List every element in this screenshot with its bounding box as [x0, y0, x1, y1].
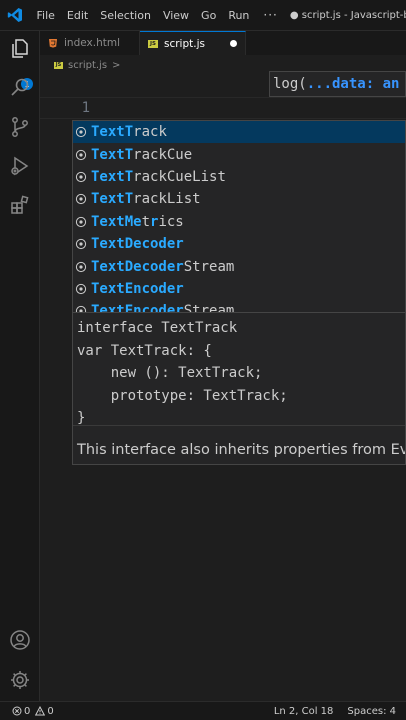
suggestion-item[interactable]: TextEncode r — [73, 278, 405, 300]
breadcrumb-separator: > — [112, 59, 121, 71]
menu-view[interactable]: View — [157, 9, 195, 22]
details-signature: interface TextTrack var TextTrack: { new… — [77, 320, 288, 426]
warning-count: 0 — [47, 705, 54, 717]
suggestion-item[interactable]: TextT rackList — [73, 188, 405, 210]
search-icon[interactable] — [8, 76, 32, 100]
suggestion-item[interactable]: TextEncode r Stream — [73, 300, 405, 312]
suggestion-item[interactable]: TextDecode r — [73, 233, 405, 255]
editor-tabs: index.html JS script.js — [40, 31, 406, 55]
error-count: 0 — [24, 705, 31, 717]
interface-kind-icon — [75, 261, 87, 272]
signature-prefix: log( — [273, 76, 307, 92]
account-icon[interactable] — [8, 628, 32, 652]
interface-kind-icon — [75, 149, 87, 160]
error-icon — [12, 706, 22, 716]
menu-more-button[interactable]: ··· — [255, 8, 285, 22]
status-bar: 0 0 Ln 2, Col 18 Spaces: 4 — [0, 701, 406, 720]
interface-kind-icon — [75, 194, 87, 205]
interface-kind-icon — [75, 127, 87, 138]
unsaved-dot-icon[interactable] — [230, 40, 237, 47]
signature-help-popup: log(...data: an — [269, 71, 406, 97]
details-documentation: This interface also inherits properties … — [77, 441, 405, 458]
window-title: ● script.js - Javascript-basics — [289, 9, 406, 21]
suggestion-item[interactable]: TextT rack — [73, 121, 405, 144]
suggestion-item[interactable]: TextMe t r ics — [73, 211, 405, 233]
vscode-logo-icon — [0, 0, 31, 31]
tab-index-html[interactable]: index.html — [40, 31, 140, 55]
suggestion-details: interface TextTrack var TextTrack: { new… — [72, 313, 406, 465]
breadcrumb-file[interactable]: script.js — [68, 60, 107, 71]
activity-bar: 1 — [0, 31, 40, 701]
code-line-2[interactable]: 2 console.log(texrt) — [40, 97, 406, 161]
html-file-icon — [49, 39, 57, 48]
title-bar: File Edit Selection View Go Run ··· ● sc… — [0, 0, 406, 31]
suggestion-item[interactable]: TextDecode r Stream — [73, 255, 405, 277]
menu-selection[interactable]: Selection — [94, 9, 157, 22]
source-control-icon[interactable] — [8, 115, 32, 139]
cursor-position[interactable]: Ln 2, Col 18 — [274, 706, 334, 717]
js-file-icon: JS — [54, 61, 63, 69]
menu-bar: File Edit Selection View Go Run ··· — [31, 8, 286, 22]
menu-file[interactable]: File — [31, 9, 61, 22]
problems-indicator[interactable]: 0 0 — [12, 706, 54, 717]
menu-go[interactable]: Go — [195, 9, 222, 22]
menu-run[interactable]: Run — [222, 9, 255, 22]
interface-kind-icon — [75, 171, 87, 183]
interface-kind-icon — [75, 216, 87, 227]
details-divider — [73, 425, 405, 426]
tab-label: script.js — [164, 37, 205, 50]
warning-icon — [35, 706, 46, 716]
suggest-widget: TextT rack TextT rackCue TextT rackCueList … — [72, 120, 406, 313]
indentation-setting[interactable]: Spaces: 4 — [347, 706, 396, 717]
suggestion-item[interactable]: TextT rackCueList — [73, 166, 405, 188]
menu-edit[interactable]: Edit — [61, 9, 94, 22]
code-editor[interactable]: 1 var text; 2 console.log(texrt) log(...… — [40, 71, 406, 701]
interface-kind-icon — [75, 283, 87, 295]
signature-active-param: ...data: an — [306, 76, 400, 92]
settings-gear-icon[interactable] — [8, 668, 32, 692]
run-debug-icon[interactable] — [8, 154, 32, 178]
suggestion-item[interactable]: TextT rackCue — [73, 143, 405, 165]
explorer-icon[interactable] — [8, 37, 32, 61]
js-file-icon: JS — [148, 39, 158, 48]
extensions-icon[interactable] — [8, 193, 32, 217]
interface-kind-icon — [75, 306, 87, 312]
tab-script-js[interactable]: JS script.js — [140, 31, 246, 55]
tab-label: index.html — [64, 37, 120, 49]
interface-kind-icon — [75, 239, 87, 250]
